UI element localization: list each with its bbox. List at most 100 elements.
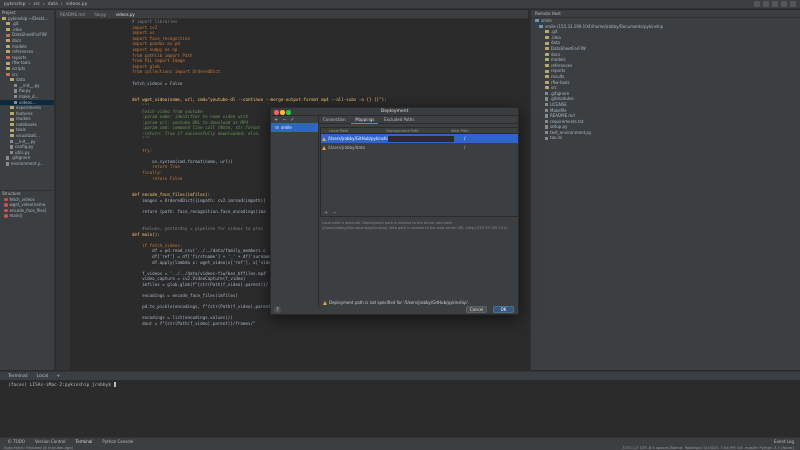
tab-readme[interactable]: README.md bbox=[56, 10, 89, 19]
file-icon bbox=[545, 102, 548, 107]
folder-icon bbox=[545, 80, 549, 84]
folder-icon bbox=[545, 75, 549, 79]
python-file-icon bbox=[10, 150, 13, 155]
structure-panel: Structure fetch_videos wget_video(name, en… bbox=[0, 190, 55, 370]
terminal-output[interactable]: (faces) LISAs-iMac-2:pykinship jrobby$ bbox=[0, 380, 800, 390]
function-icon bbox=[4, 214, 8, 218]
tab-fiw[interactable]: fiw.py bbox=[90, 10, 110, 19]
folder-icon bbox=[6, 28, 10, 32]
breadcrumb-file[interactable]: videos.py bbox=[66, 2, 88, 7]
project-tree-item[interactable]: environment.y... bbox=[0, 161, 54, 167]
folder-icon bbox=[6, 67, 10, 71]
python-file-icon bbox=[6, 162, 9, 166]
folder-icon bbox=[6, 72, 10, 76]
folder-icon bbox=[10, 106, 14, 110]
git-commit-icon[interactable] bbox=[781, 1, 787, 7]
structure-item[interactable]: main() bbox=[0, 213, 54, 219]
tool-todo[interactable]: 6: TODO bbox=[8, 439, 25, 444]
mappings-pane: Connection Mappings Excluded Paths Local… bbox=[319, 116, 519, 307]
structure-list: fetch_videos wget_video(name, encode_face_… bbox=[0, 197, 54, 219]
function-icon bbox=[4, 197, 8, 202]
col-web-path: Web Path bbox=[451, 128, 469, 133]
folder-icon bbox=[10, 128, 14, 132]
mapping-row[interactable]: /Users/jrobby/data / bbox=[321, 143, 518, 152]
mapping-web-path[interactable]: / bbox=[464, 136, 465, 141]
warning-icon bbox=[322, 145, 326, 150]
status-right[interactable]: 373:1 LF UTF-8 4 spaces Blame: Robinson … bbox=[622, 445, 794, 450]
remote-tree-item[interactable]: tox.ini bbox=[531, 135, 800, 141]
mapping-hint: Local path is absolute. Deployment path … bbox=[322, 221, 508, 230]
terminal-tab-local[interactable]: Local bbox=[37, 374, 49, 379]
close-window-icon[interactable] bbox=[274, 110, 279, 115]
add-terminal-icon[interactable]: + bbox=[56, 374, 60, 379]
python-file-icon bbox=[14, 100, 17, 105]
folder-icon bbox=[6, 56, 10, 60]
folder-icon bbox=[6, 44, 10, 48]
mapping-local-path[interactable]: /Users/jrobby/data bbox=[328, 145, 388, 150]
sftp-server-icon bbox=[275, 126, 279, 129]
tab-mappings[interactable]: Mappings bbox=[351, 116, 379, 124]
help-button[interactable]: ? bbox=[274, 306, 281, 313]
add-mapping-icon[interactable]: + bbox=[324, 210, 328, 216]
add-server-icon[interactable]: + bbox=[274, 117, 278, 123]
folder-icon bbox=[545, 41, 549, 45]
folder-icon bbox=[6, 39, 10, 43]
mapping-web-path[interactable]: / bbox=[464, 145, 465, 150]
server-list-toolbar: + − ✓ bbox=[271, 116, 318, 123]
tool-python-console[interactable]: Python Console bbox=[102, 439, 133, 444]
tab-excluded-paths[interactable]: Excluded Paths bbox=[380, 116, 418, 124]
mapping-deployment-path-input[interactable] bbox=[388, 135, 454, 142]
tool-window-bar: 6: TODO Version Control Terminal Python … bbox=[0, 437, 800, 444]
folder-icon bbox=[10, 123, 14, 127]
folder-icon bbox=[545, 64, 549, 68]
deployment-warning: Deployment path is not specified for '/U… bbox=[322, 300, 469, 305]
terminal-panel: Terminal: Local + (faces) LISAs-iMac-2:p… bbox=[0, 371, 800, 437]
mapping-local-path[interactable]: /Users/jrobby/GitHub/pykinship bbox=[328, 136, 388, 141]
breadcrumb-data[interactable]: data bbox=[48, 2, 58, 7]
structure-label: main() bbox=[9, 213, 23, 219]
check-icon[interactable]: ✓ bbox=[290, 117, 294, 123]
folder-icon bbox=[545, 58, 549, 62]
status-left: Auto fetch: Finished (8 minutes ago) bbox=[4, 444, 74, 450]
dialog-titlebar: Deployment bbox=[271, 108, 518, 116]
breadcrumb-src[interactable]: src bbox=[33, 2, 40, 7]
folder-icon bbox=[545, 36, 549, 40]
python-file-icon bbox=[14, 89, 17, 93]
project-panel: Project pykinship ~/Deskt... .git .idea Dat… bbox=[0, 10, 55, 190]
file-icon bbox=[545, 130, 548, 135]
run-icon[interactable] bbox=[754, 1, 760, 7]
remote-tree: .git .idea data DataSheetForFIW docs models re… bbox=[531, 29, 800, 141]
python-file-icon bbox=[10, 145, 13, 149]
warning-icon bbox=[323, 300, 327, 305]
mapping-row[interactable]: /Users/jrobby/GitHub/pykinship / bbox=[321, 134, 518, 143]
col-deployment-path: Deployment Path bbox=[386, 128, 419, 133]
editor-gutter bbox=[56, 19, 70, 370]
status-bar: Auto fetch: Finished (8 minutes ago) 373… bbox=[0, 444, 800, 450]
python-file-icon bbox=[6, 156, 9, 160]
project-tree-item[interactable]: pykinship ~/Deskt... bbox=[0, 16, 54, 22]
git-update-icon[interactable] bbox=[772, 1, 778, 7]
breadcrumb: pykinship › src › data › videos.py bbox=[4, 2, 88, 7]
tool-version-control[interactable]: Version Control bbox=[35, 439, 65, 444]
server-item-smile[interactable]: smile bbox=[271, 123, 318, 132]
cancel-button[interactable]: Cancel bbox=[466, 306, 487, 313]
ok-button[interactable]: OK bbox=[493, 306, 514, 313]
folder-icon bbox=[10, 78, 14, 82]
search-icon[interactable] bbox=[790, 1, 796, 7]
project-tree-label: environment.y... bbox=[11, 161, 44, 167]
file-icon bbox=[545, 114, 548, 118]
remove-mapping-icon[interactable]: − bbox=[332, 210, 336, 216]
tool-event-log[interactable]: Event Log bbox=[774, 439, 794, 444]
project-tree: pykinship ~/Deskt... .git .idea DataSheetFo… bbox=[0, 16, 54, 167]
debug-icon[interactable] bbox=[763, 1, 769, 7]
tab-connection[interactable]: Connection bbox=[319, 116, 350, 124]
breadcrumb-project[interactable]: pykinship bbox=[4, 2, 26, 7]
toolbar-actions bbox=[754, 1, 796, 7]
minimize-window-icon[interactable] bbox=[280, 110, 285, 115]
zoom-window-icon[interactable] bbox=[286, 110, 291, 115]
remove-server-icon[interactable]: − bbox=[282, 117, 286, 123]
file-icon bbox=[545, 108, 548, 113]
remote-host-panel: Remote Host smile smile (155.33.199.104)… bbox=[530, 10, 800, 370]
server-list-pane: + − ✓ smile bbox=[271, 116, 319, 307]
tool-terminal[interactable]: Terminal bbox=[75, 439, 92, 444]
